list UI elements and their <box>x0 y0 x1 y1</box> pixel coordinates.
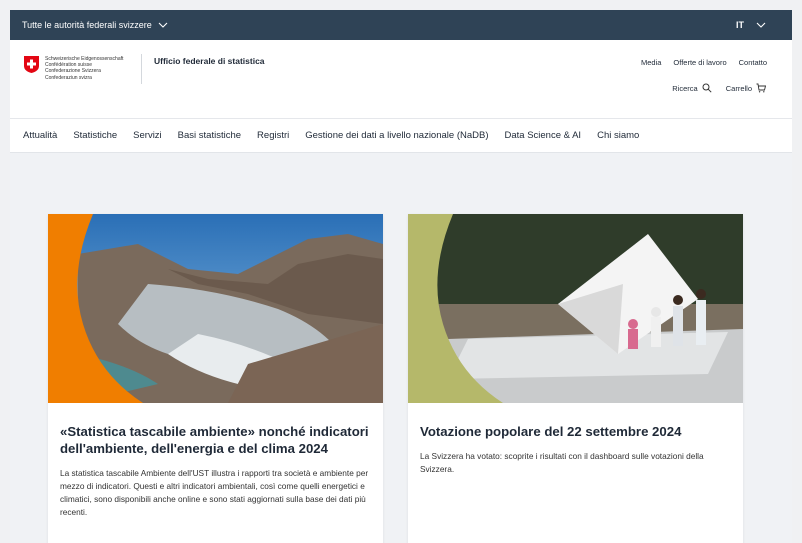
authorities-dropdown[interactable]: Tutte le autorità federali svizzere <box>22 20 168 30</box>
nav-item-statistics[interactable]: Statistiche <box>73 130 117 141</box>
search-icon <box>702 83 712 93</box>
nav-item-statistical-basics[interactable]: Basi statistiche <box>178 130 241 141</box>
card-text: La Svizzera ha votato: scoprite i risult… <box>420 451 704 474</box>
office-name: Ufficio federale di statistica <box>154 56 265 66</box>
link-media[interactable]: Media <box>641 58 661 67</box>
search-label: Ricerca <box>672 83 698 93</box>
card-title[interactable]: «Statistica tascabile ambiente» nonché i… <box>60 423 371 457</box>
main-navigation: Attualità Statistiche Servizi Basi stati… <box>10 119 792 153</box>
header-divider <box>141 54 142 84</box>
card-body: «Statistica tascabile ambiente» nonché i… <box>48 403 383 519</box>
logo-text: Schweizerische Eidgenossenschaft Confédé… <box>45 56 123 81</box>
browser-page: Tutte le autorità federali svizzere IT S… <box>10 10 792 543</box>
chevron-down-icon <box>756 22 766 28</box>
language-selector[interactable]: IT <box>736 20 766 30</box>
meta-links: Media Offerte di lavoro Contatto <box>641 58 767 67</box>
vote-envelope-image <box>408 214 743 403</box>
card-title[interactable]: Votazione popolare del 22 settembre 2024 <box>420 423 731 440</box>
cart-label: Carrello <box>725 83 752 93</box>
nav-item-about[interactable]: Chi siamo <box>597 130 639 141</box>
glacier-image <box>48 214 383 403</box>
nav-item-registers[interactable]: Registri <box>257 130 289 141</box>
news-card-vote[interactable]: Votazione popolare del 22 settembre 2024… <box>408 214 743 543</box>
top-bar: Tutte le autorità federali svizzere IT <box>10 10 792 40</box>
card-image-glacier <box>48 214 383 403</box>
nav-item-news[interactable]: Attualità <box>23 130 57 141</box>
swiss-cross-icon <box>24 56 39 73</box>
card-image-vote <box>408 214 743 403</box>
cart-button[interactable]: Carrello <box>726 83 766 93</box>
card-body: Votazione popolare del 22 settembre 2024… <box>408 403 743 476</box>
card-text: La statistica tascabile Ambiente dell'US… <box>60 468 369 517</box>
news-card-environment[interactable]: «Statistica tascabile ambiente» nonché i… <box>48 214 383 543</box>
language-label: IT <box>736 20 744 30</box>
nav-item-services[interactable]: Servizi <box>133 130 162 141</box>
header-tools: Ricerca Carrello <box>672 83 766 93</box>
chevron-down-icon <box>158 22 168 28</box>
search-button[interactable]: Ricerca <box>672 83 712 93</box>
site-header: Schweizerische Eidgenossenschaft Confédé… <box>10 40 792 119</box>
link-jobs[interactable]: Offerte di lavoro <box>673 58 726 67</box>
nav-item-data-science[interactable]: Data Science & AI <box>505 130 582 141</box>
cart-icon <box>756 83 766 93</box>
confederation-logo[interactable]: Schweizerische Eidgenossenschaft Confédé… <box>24 56 123 81</box>
link-contact[interactable]: Contatto <box>739 58 767 67</box>
authorities-label: Tutte le autorità federali svizzere <box>22 20 152 30</box>
logo-line: Confederaziun svizra <box>45 74 92 81</box>
nav-item-nadb[interactable]: Gestione dei dati a livello nazionale (N… <box>305 130 488 141</box>
